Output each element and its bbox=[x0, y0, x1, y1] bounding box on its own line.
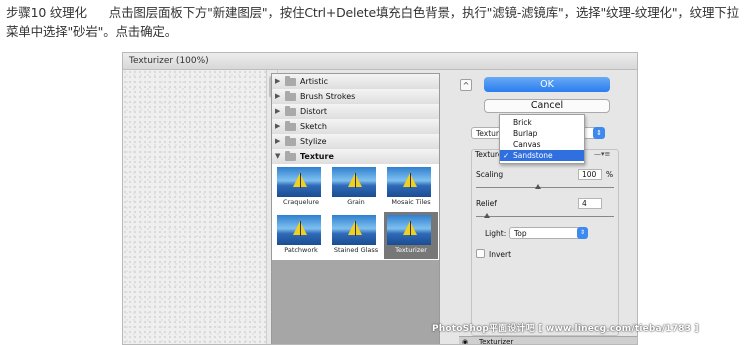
invert-checkbox[interactable] bbox=[476, 249, 485, 258]
filter-label: Grain bbox=[347, 198, 365, 206]
category-artistic[interactable]: ▶ Artistic bbox=[272, 74, 439, 90]
preview-area[interactable] bbox=[123, 70, 266, 344]
filter-label: Texturizer bbox=[395, 246, 427, 254]
invert-label: Invert bbox=[489, 250, 512, 259]
texture-dropdown-menu: Brick Burlap Canvas ✓ Sandstone bbox=[499, 114, 585, 164]
select-arrows-icon[interactable]: ⇕ bbox=[577, 227, 588, 239]
category-brush-strokes[interactable]: ▶ Brush Strokes bbox=[272, 89, 439, 105]
filter-mosaic-tiles[interactable]: Mosaic Tiles bbox=[384, 164, 438, 211]
effect-layer-row[interactable]: ◉ Texturizer bbox=[459, 336, 637, 345]
category-stylize[interactable]: ▶ Stylize bbox=[272, 134, 439, 150]
filter-label: Patchwork bbox=[284, 246, 318, 254]
filter-patchwork[interactable]: Patchwork bbox=[274, 212, 328, 259]
triangle-right-icon: ▶ bbox=[275, 137, 281, 145]
filter-label: Craquelure bbox=[283, 198, 319, 206]
cancel-button[interactable]: Cancel bbox=[484, 99, 610, 113]
triangle-right-icon: ▶ bbox=[275, 92, 281, 100]
folder-icon bbox=[285, 76, 296, 86]
filter-thumbnail-image bbox=[277, 215, 321, 245]
texture-option-burlap[interactable]: Burlap bbox=[500, 128, 584, 139]
filter-category-panel: ▶ Artistic ▶ Brush Strokes ▶ Distort ▶ Sketc… bbox=[271, 73, 440, 344]
filter-thumbnail-image bbox=[332, 167, 376, 197]
step-title: 步骤10 纹理化 bbox=[6, 5, 87, 20]
relief-slider-knob[interactable] bbox=[484, 213, 491, 218]
light-label: Light: bbox=[485, 229, 507, 238]
filter-label: Mosaic Tiles bbox=[391, 198, 431, 206]
folder-icon bbox=[285, 136, 296, 146]
eye-icon[interactable]: ◉ bbox=[462, 337, 468, 344]
filter-label: Stained Glass bbox=[333, 246, 379, 254]
filter-thumbnail-image bbox=[387, 167, 431, 197]
watermark: PhotoShop平面设计吧 [ www.linecg.com/tieba/17… bbox=[432, 324, 699, 334]
category-texture[interactable]: ▼ Texture bbox=[272, 149, 439, 165]
category-panel-empty-area bbox=[272, 260, 439, 344]
instruction-text: 步骤10 纹理化 点击图层面板下方"新建图层"，按住Ctrl+Delete填充白色… bbox=[6, 3, 748, 41]
filter-craquelure[interactable]: Craquelure bbox=[274, 164, 328, 211]
triangle-right-icon: ▶ bbox=[275, 122, 281, 130]
panel-menu-icon[interactable]: —▾≡ bbox=[594, 150, 610, 158]
texture-option-sandstone[interactable]: ✓ Sandstone bbox=[500, 150, 584, 161]
filter-texturizer[interactable]: Texturizer bbox=[384, 212, 438, 259]
folder-icon bbox=[285, 151, 296, 161]
ok-button[interactable]: OK bbox=[484, 77, 610, 92]
filter-grain[interactable]: Grain bbox=[329, 164, 383, 211]
filter-thumbnail-image bbox=[387, 215, 431, 245]
texture-option-canvas[interactable]: Canvas bbox=[500, 139, 584, 150]
filter-stained-glass[interactable]: Stained Glass bbox=[329, 212, 383, 259]
scaling-label: Scaling bbox=[476, 170, 504, 179]
texture-filter-thumbnails: Craquelure Grain Mosaic Tiles Patchwork … bbox=[272, 164, 439, 260]
collapse-gallery-button[interactable]: ^ bbox=[460, 79, 472, 91]
folder-icon bbox=[285, 106, 296, 116]
category-label: Sketch bbox=[300, 122, 327, 131]
triangle-down-icon: ▼ bbox=[275, 152, 281, 160]
scaling-unit: % bbox=[606, 170, 614, 179]
scaling-slider[interactable] bbox=[476, 187, 614, 188]
relief-slider[interactable] bbox=[476, 216, 614, 217]
layer-name: Texturizer bbox=[479, 338, 514, 345]
category-label: Artistic bbox=[300, 77, 329, 86]
category-label: Texture bbox=[300, 152, 334, 161]
category-label: Brush Strokes bbox=[300, 92, 356, 101]
scaling-slider-knob[interactable] bbox=[535, 184, 542, 189]
scaling-input[interactable]: 100 bbox=[578, 169, 602, 180]
texture-option-brick[interactable]: Brick bbox=[500, 117, 584, 128]
triangle-right-icon: ▶ bbox=[275, 77, 281, 85]
light-select[interactable]: Top bbox=[509, 227, 587, 239]
category-sketch[interactable]: ▶ Sketch bbox=[272, 119, 439, 135]
category-distort[interactable]: ▶ Distort bbox=[272, 104, 439, 120]
filter-thumbnail-image bbox=[277, 167, 321, 197]
folder-icon bbox=[285, 91, 296, 101]
select-arrows-icon[interactable]: ⇕ bbox=[593, 127, 605, 139]
texture-option-label: Sandstone bbox=[513, 151, 553, 160]
category-label: Distort bbox=[300, 107, 328, 116]
folder-icon bbox=[285, 121, 296, 131]
checkmark-icon: ✓ bbox=[503, 151, 510, 160]
triangle-right-icon: ▶ bbox=[275, 107, 281, 115]
filter-thumbnail-image bbox=[332, 215, 376, 245]
filter-gallery-window: Texturizer (100%) ▶ Artistic ▶ Brush Strok… bbox=[122, 52, 638, 345]
step-description: 点击图层面板下方"新建图层"，按住Ctrl+Delete填充白色背景，执行"滤镜… bbox=[6, 5, 739, 39]
relief-label: Relief bbox=[476, 199, 497, 208]
category-label: Stylize bbox=[300, 137, 327, 146]
relief-input[interactable]: 4 bbox=[578, 198, 602, 209]
window-title: Texturizer (100%) bbox=[123, 53, 637, 70]
